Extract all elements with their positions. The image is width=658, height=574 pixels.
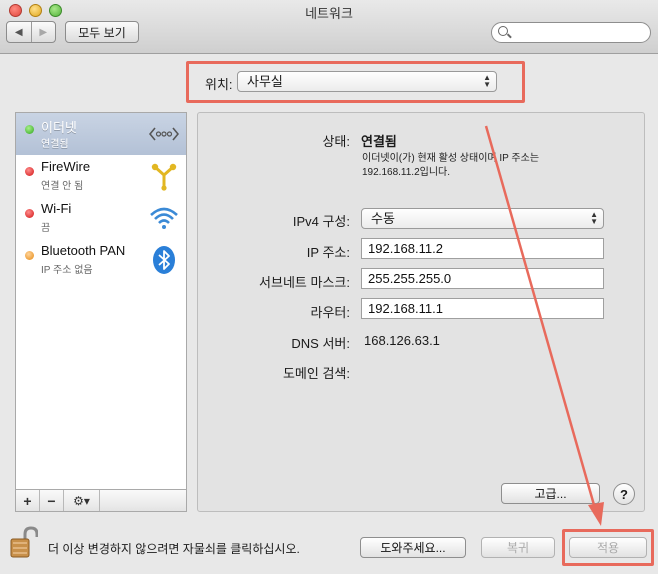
help-button[interactable]: ? (613, 483, 635, 505)
advanced-button[interactable]: 고급... (501, 483, 600, 504)
service-item-bluetooth-pan[interactable]: Bluetooth PAN IP 주소 없음 (16, 239, 186, 281)
service-status: 연결됨 (41, 139, 69, 150)
status-description: 이더넷이(가) 현재 활성 상태이며 IP 주소는 192.168.11.2입니… (362, 152, 612, 180)
service-status: 연결 안 됨 (41, 181, 84, 192)
ip-address-label: IP 주소: (306, 245, 350, 260)
service-status: 끔 (41, 223, 51, 234)
ipv4-config-label: IPv4 구성: (292, 214, 350, 229)
revert-button[interactable]: 복귀 (481, 537, 555, 558)
ethernet-icon (149, 127, 179, 141)
action-menu-button[interactable]: ⚙▾ (64, 490, 100, 511)
status-value: 연결됨 (361, 134, 397, 149)
show-all-button[interactable]: 모두 보기 (65, 21, 139, 43)
subnet-mask-label: 서브네트 마스크: (259, 275, 350, 290)
ip-address-field[interactable]: 192.168.11.2 (361, 238, 604, 259)
wifi-icon (150, 207, 178, 229)
dns-server-label: DNS 서버: (291, 336, 350, 351)
search-icon (498, 26, 508, 36)
ipv4-config-popup[interactable]: 수동 ▲ ▼ (361, 208, 604, 229)
location-highlight-box (186, 61, 525, 103)
router-label: 라우터: (310, 305, 351, 320)
lock-icon[interactable] (10, 526, 38, 558)
add-service-button[interactable]: + (16, 490, 40, 511)
popup-arrows-icon: ▲ ▼ (590, 210, 598, 226)
search-domains-label: 도메인 검색: (282, 366, 350, 381)
status-dot-icon (25, 251, 34, 260)
service-name: Wi-Fi (41, 201, 72, 216)
network-preferences-window: 네트워크 ◀ ▶ 모두 보기 위치: 사무실 ▲ ▼ 이더넷 연결됨 FireW… (0, 0, 658, 574)
service-list-toolbar: + − ⚙▾ (15, 489, 187, 512)
service-list: 이더넷 연결됨 FireWire 연결 안 됨 Wi-Fi 끔 Bluetoot… (15, 112, 187, 512)
status-description-line: 192.168.11.2입니다. (362, 167, 451, 178)
search-field[interactable] (491, 22, 651, 43)
service-name: FireWire (41, 159, 91, 174)
apply-highlight-box (562, 529, 654, 566)
service-item-firewire[interactable]: FireWire 연결 안 됨 (16, 155, 186, 197)
back-button[interactable]: ◀ (7, 22, 31, 42)
status-label: 상태: (322, 134, 350, 149)
remove-service-button[interactable]: − (40, 490, 64, 511)
service-status: IP 주소 없음 (41, 265, 93, 276)
router-field[interactable]: 192.168.11.1 (361, 298, 604, 319)
status-dot-icon (25, 209, 34, 218)
forward-button[interactable]: ▶ (30, 22, 56, 42)
window-title: 네트워크 (305, 6, 353, 21)
assist-me-button[interactable]: 도와주세요... (360, 537, 466, 558)
status-dot-icon (25, 125, 34, 134)
service-name: 이더넷 (41, 120, 77, 135)
bluetooth-icon (153, 246, 175, 274)
status-description-line: 이더넷이(가) 현재 활성 상태이며 IP 주소는 (362, 153, 540, 164)
service-name: Bluetooth PAN (41, 243, 126, 258)
firewire-icon (151, 163, 177, 191)
ipv4-config-value: 수동 (371, 211, 395, 226)
subnet-mask-field[interactable]: 255.255.255.0 (361, 268, 604, 289)
back-forward-control: ◀ ▶ (6, 21, 56, 43)
title-bar: 네트워크 ◀ ▶ 모두 보기 (0, 0, 658, 54)
status-dot-icon (25, 167, 34, 176)
lock-instruction-text: 더 이상 변경하지 않으려면 자물쇠를 클릭하십시오. (48, 542, 300, 556)
service-item-ethernet[interactable]: 이더넷 연결됨 (16, 113, 186, 155)
dns-server-value[interactable]: 168.126.63.1 (364, 333, 440, 348)
service-item-wifi[interactable]: Wi-Fi 끔 (16, 197, 186, 239)
